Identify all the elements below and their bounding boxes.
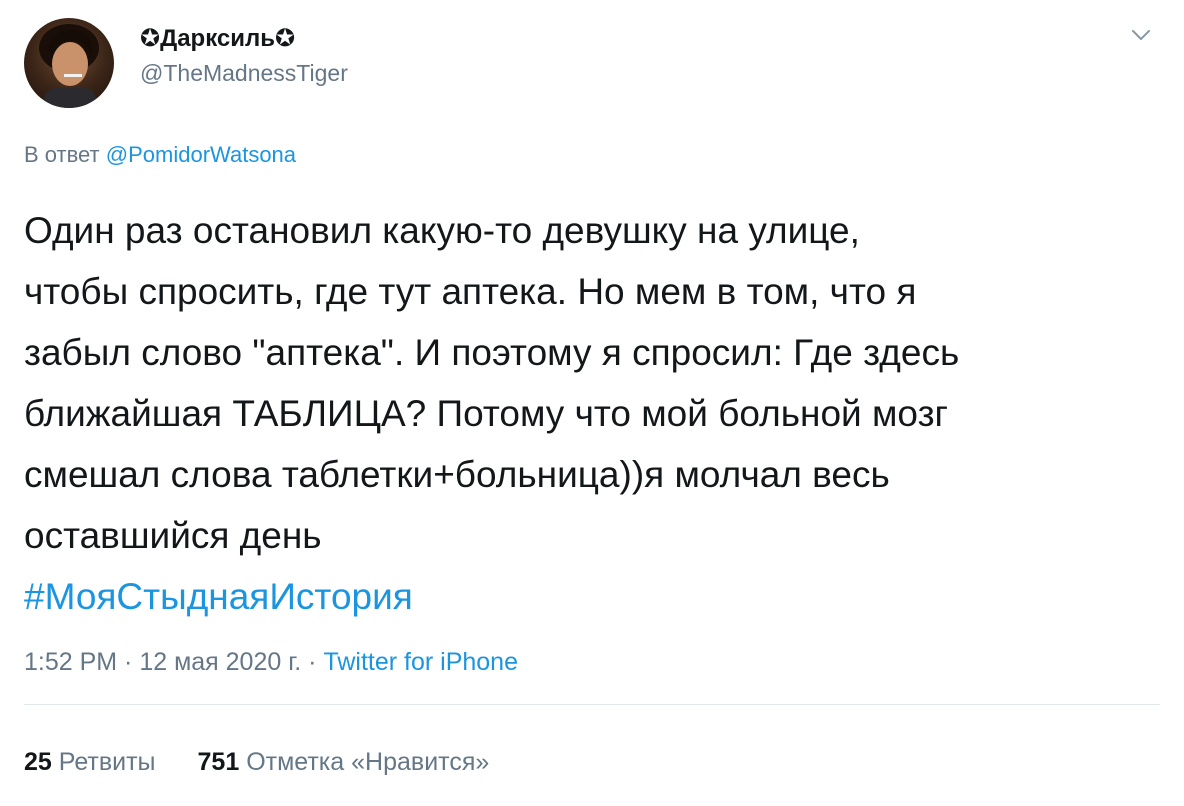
more-options-button[interactable] [1126, 20, 1156, 50]
likes-stat[interactable]: 751 Отметка «Нравится» [198, 748, 490, 776]
tweet-text: Один раз остановил какую-то девушку на у… [24, 200, 1164, 627]
chevron-down-icon [1132, 29, 1150, 40]
tweet-line: оставшийся день [24, 515, 322, 556]
retweets-count: 25 [24, 748, 52, 776]
likes-label: Отметка «Нравится» [246, 748, 490, 776]
tweet-time[interactable]: 1:52 PM [24, 648, 117, 676]
retweets-label: Ретвиты [58, 748, 156, 776]
reply-prefix: В ответ [24, 142, 100, 167]
hashtag-link[interactable]: #МояСтыднаяИстория [24, 566, 1164, 627]
username[interactable]: @TheMadnessTiger [140, 60, 348, 87]
tweet-stats: 25 Ретвиты 751 Отметка «Нравится» [24, 748, 489, 777]
avatar[interactable] [24, 18, 114, 108]
tweet-line: смешал слова таблетки+больница))я молчал… [24, 454, 890, 495]
reply-context: В ответ @PomidorWatsona [24, 142, 296, 168]
meta-separator: · [117, 648, 140, 676]
tweet-source-link[interactable]: Twitter for iPhone [323, 648, 518, 676]
display-name[interactable]: ✪Дарксиль✪ [140, 24, 295, 53]
tweet-date[interactable]: 12 мая 2020 г. [139, 648, 301, 676]
reply-mention-link[interactable]: @PomidorWatsona [106, 142, 296, 167]
user-avatar-photo [39, 24, 99, 108]
tweet-line: Один раз остановил какую-то девушку на у… [24, 210, 860, 251]
retweets-stat[interactable]: 25 Ретвиты [24, 748, 156, 776]
tweet-line: ближайшая ТАБЛИЦА? Потому что мой больно… [24, 393, 949, 434]
tweet-line: забыл слово "аптека". И поэтому я спроси… [24, 332, 960, 373]
likes-count: 751 [197, 748, 240, 776]
tweet-line: чтобы спросить, где тут аптека. Но мем в… [24, 271, 917, 312]
divider [24, 704, 1160, 705]
tweet-meta: 1:52 PM · 12 мая 2020 г. · Twitter for i… [24, 648, 518, 677]
meta-separator: · [301, 648, 324, 676]
